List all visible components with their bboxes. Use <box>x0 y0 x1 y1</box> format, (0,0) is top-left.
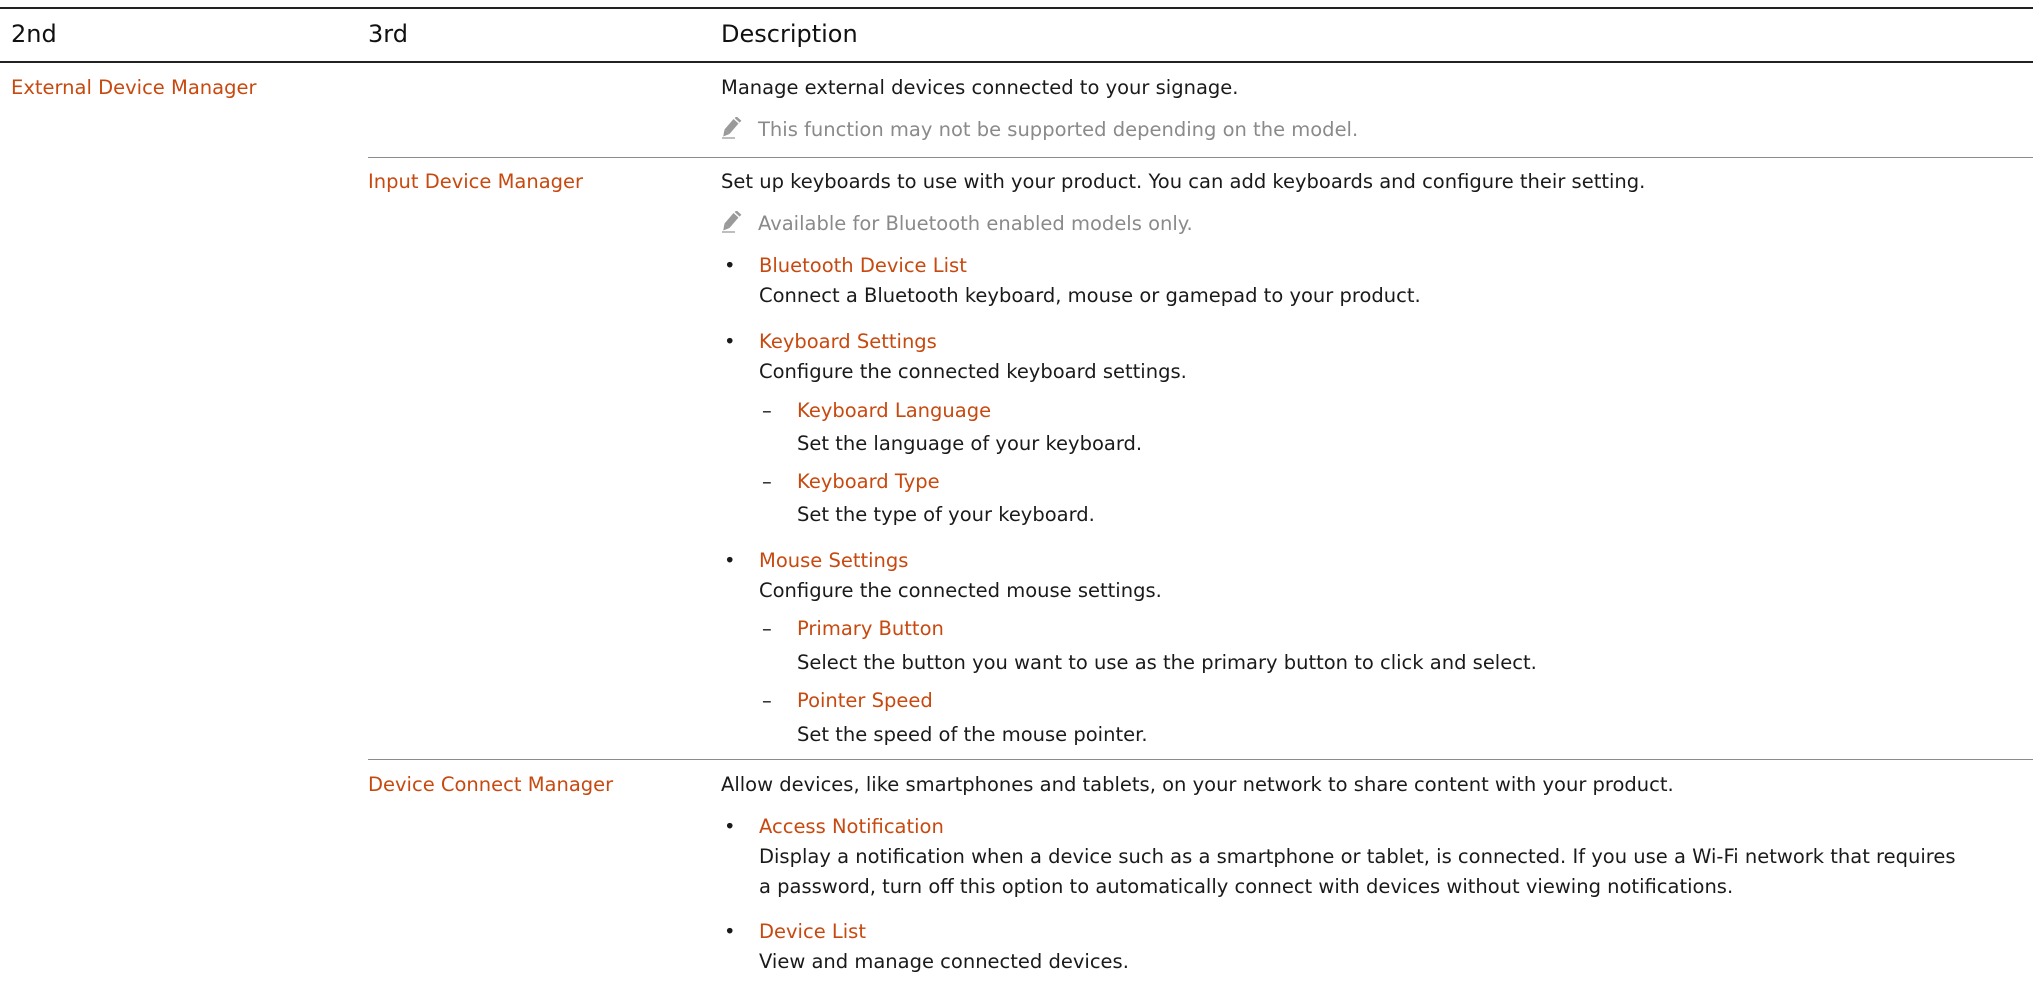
row-divider-2 <box>368 759 2033 760</box>
device-list-desc: View and manage connected devices. <box>759 950 1129 973</box>
keyboard-language-desc: Set the language of your keyboard. <box>797 432 1143 455</box>
dash: – <box>762 399 772 422</box>
bullet: • <box>724 254 736 277</box>
dash: – <box>762 689 772 712</box>
header-2nd: 2nd <box>11 20 57 48</box>
bluetooth-device-list-title: Bluetooth Device List <box>759 254 967 277</box>
external-device-manager-label: External Device Manager <box>11 76 257 99</box>
page: { "header": { "col1": "2nd", "col2": "3r… <box>0 0 2033 985</box>
access-notification-desc-line1: Display a notification when a device suc… <box>759 845 1956 868</box>
header-bottom-rule <box>0 61 2033 63</box>
bluetooth-device-list-desc: Connect a Bluetooth keyboard, mouse or g… <box>759 284 1421 307</box>
pencil-note-icon <box>722 117 742 139</box>
keyboard-language-title: Keyboard Language <box>797 399 992 422</box>
device-connect-manager-label: Device Connect Manager <box>368 773 614 796</box>
mouse-settings-desc: Configure the connected mouse settings. <box>759 579 1162 602</box>
keyboard-settings-desc: Configure the connected keyboard setting… <box>759 360 1187 383</box>
input-device-manager-description: Set up keyboards to use with your produc… <box>721 170 1646 193</box>
dash: – <box>762 617 772 640</box>
row-divider-1 <box>368 157 2033 158</box>
header-description: Description <box>721 20 858 48</box>
external-device-manager-note: This function may not be supported depen… <box>758 118 1359 141</box>
pointer-speed-title: Pointer Speed <box>797 689 933 712</box>
device-connect-manager-description: Allow devices, like smartphones and tabl… <box>721 773 1674 796</box>
input-device-manager-note: Available for Bluetooth enabled models o… <box>758 212 1193 235</box>
external-device-manager-description: Manage external devices connected to you… <box>721 76 1239 99</box>
keyboard-settings-title: Keyboard Settings <box>759 330 937 353</box>
header-3rd: 3rd <box>368 20 408 48</box>
bullet: • <box>724 920 736 943</box>
input-device-manager-label: Input Device Manager <box>368 170 584 193</box>
access-notification-desc-line2: a password, turn off this option to auto… <box>759 875 1734 898</box>
bullet: • <box>724 330 736 353</box>
header-top-rule <box>0 7 2033 9</box>
keyboard-type-desc: Set the type of your keyboard. <box>797 503 1095 526</box>
pointer-speed-desc: Set the speed of the mouse pointer. <box>797 723 1148 746</box>
device-list-title: Device List <box>759 920 866 943</box>
keyboard-type-title: Keyboard Type <box>797 470 940 493</box>
dash: – <box>762 470 772 493</box>
primary-button-desc: Select the button you want to use as the… <box>797 651 1537 674</box>
primary-button-title: Primary Button <box>797 617 944 640</box>
bullet: • <box>724 815 736 838</box>
access-notification-title: Access Notification <box>759 815 944 838</box>
pencil-note-icon <box>722 211 742 233</box>
mouse-settings-title: Mouse Settings <box>759 549 909 572</box>
bullet: • <box>724 549 736 572</box>
